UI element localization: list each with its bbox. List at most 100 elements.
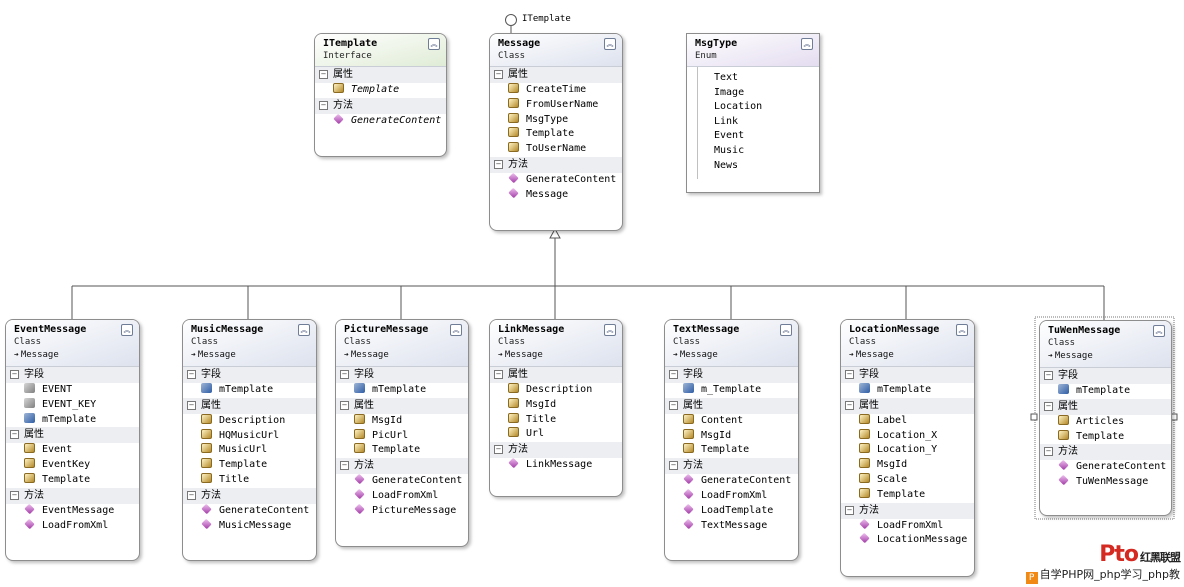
collapse-toggle-icon[interactable]: − (1044, 447, 1053, 457)
text-section-properties[interactable]: − 属性 (665, 397, 798, 414)
member-row[interactable]: Template (6, 472, 139, 488)
member-row[interactable]: Event (6, 443, 139, 458)
msgtype-box[interactable]: MsgType Enum ︽ Text Image Location Link Event Mu… (686, 33, 820, 193)
member-row[interactable]: Url (490, 427, 622, 442)
collapse-chevron-icon[interactable]: ︽ (450, 324, 462, 336)
member-row[interactable]: PicUrl (336, 428, 468, 444)
member-row[interactable]: GenerateContent (315, 113, 446, 129)
message-box[interactable]: Message Class ︽ − 属性 CreateTime FromUserName Ms… (489, 33, 623, 231)
picture-section-fields[interactable]: − 字段 (336, 367, 468, 383)
member-row[interactable]: LoadFromXml (6, 518, 139, 534)
picture-box[interactable]: PictureMessage Class ➔ Message ︽ − 字段 mTemplate… (335, 319, 469, 547)
member-row[interactable]: Template (1040, 429, 1171, 445)
member-row[interactable]: MsgId (841, 458, 974, 473)
collapse-toggle-icon[interactable]: − (669, 400, 678, 410)
collapse-toggle-icon[interactable]: − (494, 70, 503, 79)
collapse-chevron-icon[interactable]: ︽ (956, 324, 968, 336)
member-row[interactable]: mTemplate (183, 383, 316, 398)
member-row[interactable]: Scale (841, 472, 974, 488)
music-section-fields[interactable]: − 字段 (183, 367, 316, 383)
collapse-toggle-icon[interactable]: − (669, 370, 678, 379)
member-row[interactable]: Title (183, 472, 316, 488)
member-row[interactable]: LoadFromXml (841, 518, 974, 534)
member-row[interactable]: EventMessage (6, 503, 139, 519)
member-row[interactable]: MsgId (336, 413, 468, 429)
member-row[interactable]: Label (841, 413, 974, 429)
member-row[interactable]: MusicMessage (183, 518, 316, 534)
collapse-toggle-icon[interactable]: − (494, 445, 503, 455)
member-row[interactable]: GenerateContent (336, 473, 468, 489)
member-row[interactable]: GenerateContent (665, 473, 798, 489)
collapse-toggle-icon[interactable]: − (669, 461, 678, 471)
member-row[interactable]: MsgId (665, 428, 798, 444)
collapse-chevron-icon[interactable]: ︽ (604, 38, 616, 50)
member-row[interactable]: CreateTime (490, 83, 622, 98)
member-row[interactable]: EVENT (6, 383, 139, 398)
member-row[interactable]: Description (490, 383, 622, 398)
member-row[interactable]: GenerateContent (183, 503, 316, 519)
location-section-fields[interactable]: − 字段 (841, 367, 974, 383)
member-row[interactable]: LoadTemplate (665, 503, 798, 519)
member-row[interactable]: Template (841, 487, 974, 503)
collapse-toggle-icon[interactable]: − (494, 159, 503, 169)
collapse-toggle-icon[interactable]: − (340, 370, 349, 379)
member-row[interactable]: mTemplate (841, 383, 974, 398)
itemplate-section-properties[interactable]: − 属性 (315, 67, 446, 83)
member-row[interactable]: Template (665, 443, 798, 458)
tuwen-section-properties[interactable]: − 属性 (1040, 398, 1171, 415)
location-section-properties[interactable]: − 属性 (841, 397, 974, 414)
collapse-toggle-icon[interactable]: − (10, 490, 19, 500)
collapse-toggle-icon[interactable]: − (10, 370, 19, 379)
member-row[interactable]: Message (490, 187, 622, 203)
member-row[interactable]: Articles (1040, 414, 1171, 430)
collapse-toggle-icon[interactable]: − (845, 400, 854, 410)
collapse-toggle-icon[interactable]: − (319, 70, 328, 79)
member-row[interactable]: Location_Y (841, 443, 974, 458)
member-row[interactable]: MusicUrl (183, 443, 316, 458)
collapse-toggle-icon[interactable]: − (187, 490, 196, 500)
collapse-chevron-icon[interactable]: ︽ (1153, 325, 1165, 337)
collapse-toggle-icon[interactable]: − (340, 461, 349, 471)
collapse-toggle-icon[interactable]: − (10, 430, 19, 440)
collapse-chevron-icon[interactable]: ︽ (121, 324, 133, 336)
collapse-toggle-icon[interactable]: − (845, 370, 854, 379)
member-row[interactable]: Description (183, 413, 316, 429)
itemplate-box[interactable]: ITemplate Interface ︽ − 属性 Template − 方法 Generat… (314, 33, 447, 157)
member-row[interactable]: LoadFromXml (665, 488, 798, 504)
member-row[interactable]: TuWenMessage (1040, 474, 1171, 490)
event-section-methods[interactable]: − 方法 (6, 487, 139, 504)
member-row[interactable]: Title (490, 412, 622, 428)
member-row[interactable]: Template (336, 443, 468, 458)
member-row[interactable]: ToUserName (490, 142, 622, 157)
member-row[interactable]: m_Template (665, 383, 798, 398)
event-box[interactable]: EventMessage Class ➔ Message ︽ − 字段 EVENT EVENT_… (5, 319, 140, 561)
location-section-methods[interactable]: − 方法 (841, 502, 974, 519)
member-row[interactable]: mTemplate (1040, 384, 1171, 399)
link-section-properties[interactable]: − 属性 (490, 367, 622, 383)
member-row[interactable]: Content (665, 413, 798, 429)
member-row[interactable]: GenerateContent (1040, 460, 1171, 475)
collapse-toggle-icon[interactable]: − (187, 400, 196, 410)
itemplate-section-methods[interactable]: − 方法 (315, 97, 446, 114)
collapse-chevron-icon[interactable]: ︽ (428, 38, 440, 50)
member-row[interactable]: EventKey (6, 458, 139, 473)
text-box[interactable]: TextMessage Class ➔ Message ︽ − 字段 m_Template − 属… (664, 319, 799, 561)
member-row[interactable]: MsgId (490, 397, 622, 413)
member-row[interactable]: mTemplate (6, 412, 139, 428)
member-row[interactable]: EVENT_KEY (6, 397, 139, 413)
member-row[interactable]: Template (490, 127, 622, 142)
tuwen-box[interactable]: TuWenMessage Class ➔ Message ︽ − 字段 mTemplate − 属… (1039, 320, 1172, 516)
music-section-methods[interactable]: − 方法 (183, 487, 316, 504)
member-row[interactable]: LinkMessage (490, 457, 622, 473)
collapse-toggle-icon[interactable]: − (319, 100, 328, 110)
event-section-properties[interactable]: − 属性 (6, 427, 139, 444)
member-row[interactable]: PictureMessage (336, 503, 468, 519)
member-row[interactable]: Location_X (841, 428, 974, 444)
collapse-chevron-icon[interactable]: ︽ (780, 324, 792, 336)
text-section-fields[interactable]: − 字段 (665, 367, 798, 383)
collapse-chevron-icon[interactable]: ︽ (604, 324, 616, 336)
music-section-properties[interactable]: − 属性 (183, 397, 316, 414)
link-box[interactable]: LinkMessage Class ➔ Message ︽ − 属性 Description M… (489, 319, 623, 497)
event-section-fields[interactable]: − 字段 (6, 367, 139, 383)
collapse-chevron-icon[interactable]: ︽ (298, 324, 310, 336)
